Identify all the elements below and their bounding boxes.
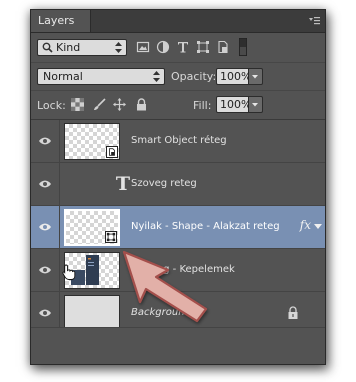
visibility-toggle[interactable] [31, 206, 60, 248]
layer-row-shape[interactable]: Nyilak - Shape - Alakzat reteg fx [31, 206, 325, 249]
layer-name-prefix: reteg - [143, 264, 177, 275]
image-filter-icon[interactable] [136, 40, 150, 54]
type-filter-icon[interactable] [176, 40, 190, 54]
kind-filter-label: Kind [56, 41, 81, 54]
visibility-toggle[interactable] [31, 120, 60, 162]
lock-image-pixels-icon[interactable] [93, 98, 106, 111]
search-icon [42, 42, 53, 53]
lock-label: Lock: [37, 99, 66, 112]
lock-transparent-pixels-icon[interactable] [71, 98, 84, 111]
eye-icon [39, 137, 51, 145]
layers-tab[interactable]: Layers [31, 10, 91, 32]
panel-menu-icon[interactable] [307, 14, 321, 28]
blend-mode-select[interactable]: Normal [37, 68, 165, 85]
lock-icon [288, 306, 298, 319]
opacity-label: Opacity: [171, 70, 217, 83]
opacity-dropdown-button[interactable] [249, 68, 263, 85]
fill-field[interactable]: 100% [216, 96, 251, 113]
layer-name: Smart Object réteg [131, 135, 227, 146]
layer-thumbnail [64, 123, 120, 160]
shape-filter-icon[interactable] [196, 40, 210, 54]
lock-all-icon[interactable] [135, 98, 148, 111]
filter-row: Kind [31, 34, 325, 63]
layer-name: Background [131, 307, 191, 318]
blend-mode-value: Normal [43, 70, 83, 83]
layers-list: Smart Object réteg T Szoveg reteg Nyilak… [31, 120, 325, 335]
eye-icon [39, 180, 51, 188]
visibility-toggle[interactable] [31, 163, 60, 205]
updown-chevron-icon [115, 42, 122, 53]
chevron-down-icon [252, 103, 258, 107]
visibility-toggle[interactable] [31, 249, 60, 291]
layer-row-smart-object[interactable]: Smart Object réteg [31, 120, 325, 163]
fill-label: Fill: [193, 99, 212, 112]
kind-filter-select[interactable]: Kind [37, 39, 127, 56]
eye-icon [39, 309, 51, 317]
panel-tab-bar: Layers [31, 10, 325, 33]
effects-expand-arrow-icon[interactable] [314, 224, 322, 229]
chevron-down-icon [252, 75, 258, 79]
layer-row-text[interactable]: T Szoveg reteg [31, 163, 325, 206]
layer-thumbnail [64, 209, 120, 246]
shape-badge-icon [105, 231, 117, 243]
layer-name: reteg - Kepelemek [143, 264, 235, 275]
fill-dropdown-button[interactable] [249, 96, 263, 113]
updown-chevron-icon [153, 71, 160, 82]
layer-name: Szoveg reteg [131, 178, 197, 189]
layer-name-main: Kepelemek [179, 264, 235, 275]
layer-effects-icon[interactable]: fx [300, 218, 311, 232]
smart-object-filter-icon[interactable] [216, 40, 230, 54]
eye-icon [39, 266, 51, 274]
blend-row: Normal Opacity: 100% [31, 64, 325, 91]
smart-object-badge-icon [106, 146, 118, 158]
eye-icon [39, 223, 51, 231]
lock-position-icon[interactable] [113, 98, 126, 111]
lock-row: Lock: Fill: 100% [31, 91, 325, 120]
filter-toggle-icon[interactable] [239, 38, 247, 56]
opacity-field[interactable]: 100% [216, 68, 251, 85]
layers-panel: Layers Kind Normal Opacity: 100% Lock: F… [30, 9, 326, 365]
panel-footer [31, 327, 325, 364]
adjustment-filter-icon[interactable] [156, 40, 170, 54]
layer-row-image[interactable]: reteg - Kepelemek [31, 249, 325, 292]
hand-cursor-icon [62, 264, 76, 280]
layer-name: Nyilak - Shape - Alakzat reteg [131, 221, 280, 232]
